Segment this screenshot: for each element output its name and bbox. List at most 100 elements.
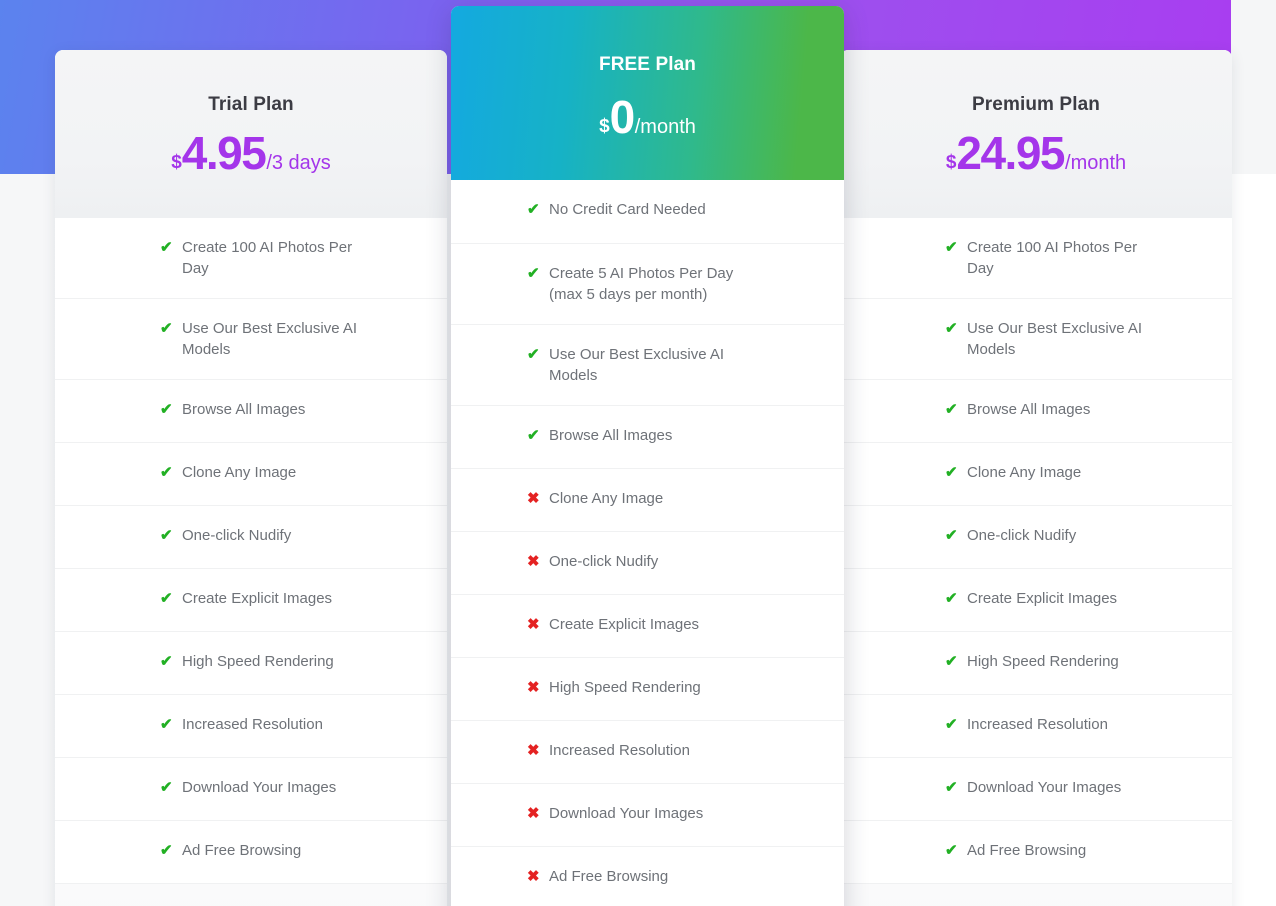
feature-label: One-click Nudify — [549, 553, 659, 570]
check-icon: ✔ — [945, 590, 958, 607]
check-icon: ✔ — [945, 320, 958, 337]
cross-icon: ✖ — [527, 742, 540, 759]
feature-label: High Speed Rendering — [967, 653, 1119, 670]
check-icon: ✔ — [945, 239, 958, 256]
check-icon: ✔ — [160, 590, 173, 607]
price-period: /month — [634, 116, 696, 138]
feature-label: One-click Nudify — [967, 527, 1077, 544]
cross-icon: ✖ — [527, 868, 540, 885]
check-icon: ✔ — [160, 716, 173, 733]
feature-row: ✖ High Speed Rendering — [451, 657, 844, 720]
feature-row: ✔ Use Our Best Exclusive AI Models — [55, 298, 447, 379]
feature-row: ✔ Create Explicit Images — [55, 568, 447, 631]
check-icon: ✔ — [945, 464, 958, 481]
feature-label: Download Your Images — [967, 779, 1122, 796]
plan-header-trial: Trial Plan $ 4.95 /3 days — [55, 50, 447, 218]
feature-label: Increased Resolution — [967, 716, 1108, 733]
feature-row: ✖ One-click Nudify — [451, 531, 844, 594]
check-icon: ✔ — [160, 653, 173, 670]
feature-label: Ad Free Browsing — [182, 842, 302, 859]
feature-row: ✔ Clone Any Image — [840, 442, 1232, 505]
feature-list-premium: ✔ Create 100 AI Photos Per Day ✔ Use Our Be… — [840, 218, 1232, 883]
feature-label: Clone Any Image — [549, 490, 664, 507]
feature-label: High Speed Rendering — [549, 679, 701, 696]
feature-row: ✔ Create 100 AI Photos Per Day — [55, 218, 447, 298]
feature-label: Create 100 AI Photos Per Day — [182, 239, 353, 277]
feature-label: Use Our Best Exclusive AI Models — [967, 320, 1143, 358]
feature-row: ✔ Create 5 AI Photos Per Day (max 5 days … — [451, 243, 844, 324]
feature-row: ✔ High Speed Rendering — [840, 631, 1232, 694]
check-icon: ✔ — [160, 320, 173, 337]
feature-label: No Credit Card Needed — [549, 201, 706, 218]
plan-name: FREE Plan — [599, 54, 696, 75]
cross-icon: ✖ — [527, 553, 540, 570]
price-amount: 0 — [609, 91, 636, 143]
feature-row: ✖ Create Explicit Images — [451, 594, 844, 657]
plan-name: Premium Plan — [972, 94, 1100, 115]
check-icon: ✔ — [945, 401, 958, 418]
check-icon: ✔ — [160, 239, 173, 256]
feature-row: ✔ Ad Free Browsing — [55, 820, 447, 883]
feature-label: High Speed Rendering — [182, 653, 334, 670]
feature-label: Browse All Images — [182, 401, 306, 418]
plan-card-free[interactable]: FREE Plan $ 0 /month ✔ No Credit Card Nee… — [451, 6, 844, 906]
plan-card-premium[interactable]: Premium Plan $ 24.95 /month ✔ Create 100 … — [840, 50, 1232, 906]
feature-label: Increased Resolution — [549, 742, 690, 759]
feature-row: ✔ Download Your Images — [55, 757, 447, 820]
feature-label: Create Explicit Images — [182, 590, 333, 607]
feature-label: One-click Nudify — [182, 527, 292, 544]
feature-row: ✔ One-click Nudify — [55, 505, 447, 568]
feature-row: ✔ Browse All Images — [840, 379, 1232, 442]
feature-row: ✔ Increased Resolution — [840, 694, 1232, 757]
plan-header-free: FREE Plan $ 0 /month — [451, 6, 844, 180]
feature-row: ✖ Ad Free Browsing — [451, 846, 844, 906]
price-currency-symbol: $ — [599, 116, 610, 137]
feature-label: Create 100 AI Photos Per Day — [967, 239, 1138, 277]
feature-row: ✔ Download Your Images — [840, 757, 1232, 820]
feature-row: ✔ Browse All Images — [55, 379, 447, 442]
check-icon: ✔ — [527, 265, 540, 282]
plan-card-trial[interactable]: Trial Plan $ 4.95 /3 days ✔ Create 100 AI… — [55, 50, 447, 906]
feature-row: ✔ One-click Nudify — [840, 505, 1232, 568]
feature-row: ✔ No Credit Card Needed — [451, 180, 844, 243]
feature-row: ✔ Use Our Best Exclusive AI Models — [840, 298, 1232, 379]
check-icon: ✔ — [945, 716, 958, 733]
check-icon: ✔ — [160, 464, 173, 481]
plan-header-premium: Premium Plan $ 24.95 /month — [840, 50, 1232, 218]
feature-row: ✔ Create 100 AI Photos Per Day — [840, 218, 1232, 298]
check-icon: ✔ — [527, 427, 540, 444]
feature-label: Clone Any Image — [182, 464, 297, 481]
feature-row: ✖ Download Your Images — [451, 783, 844, 846]
cross-icon: ✖ — [527, 805, 540, 822]
check-icon: ✔ — [527, 201, 540, 218]
price-currency-symbol: $ — [171, 152, 182, 173]
feature-label: Ad Free Browsing — [967, 842, 1087, 859]
feature-row: ✔ Use Our Best Exclusive AI Models — [451, 324, 844, 405]
feature-row: ✔ Ad Free Browsing — [840, 820, 1232, 883]
feature-label: Browse All Images — [967, 401, 1091, 418]
feature-label: Create Explicit Images — [549, 616, 700, 633]
feature-label: Create 5 AI Photos Per Day (max 5 days p… — [549, 265, 734, 303]
feature-label: Download Your Images — [182, 779, 337, 796]
price-amount: 4.95 — [181, 127, 267, 179]
feature-label: Clone Any Image — [967, 464, 1082, 481]
plan-price: $ 24.95 /month — [840, 130, 1232, 176]
check-icon: ✔ — [160, 401, 173, 418]
price-currency-symbol: $ — [945, 152, 957, 173]
feature-label: Use Our Best Exclusive AI Models — [549, 346, 725, 384]
check-icon: ✔ — [160, 527, 173, 544]
check-icon: ✔ — [945, 779, 958, 796]
feature-label: Increased Resolution — [182, 716, 323, 733]
feature-label: Browse All Images — [549, 427, 673, 444]
feature-row: ✔ Create Explicit Images — [840, 568, 1232, 631]
feature-list-free: ✔ No Credit Card Needed ✔ Create 5 AI Photo… — [451, 180, 844, 906]
cross-icon: ✖ — [527, 616, 540, 633]
feature-row: ✔ Clone Any Image — [55, 442, 447, 505]
feature-label: Use Our Best Exclusive AI Models — [182, 320, 358, 358]
feature-list-trial: ✔ Create 100 AI Photos Per Day ✔ Use Our Be… — [55, 218, 447, 883]
check-icon: ✔ — [160, 779, 173, 796]
feature-row: ✖ Clone Any Image — [451, 468, 844, 531]
cross-icon: ✖ — [527, 490, 540, 507]
plan-price: $ 0 /month — [451, 94, 844, 140]
check-icon: ✔ — [160, 842, 173, 859]
